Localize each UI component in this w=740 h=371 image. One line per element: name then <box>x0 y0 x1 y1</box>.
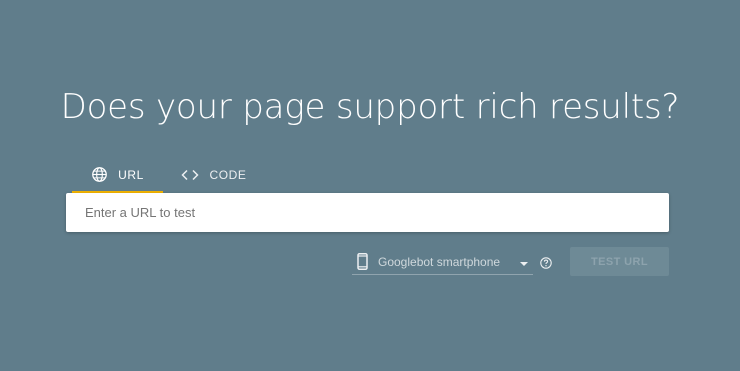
test-url-button[interactable]: TEST URL <box>570 247 669 276</box>
page-title: Does your page support rich results? <box>60 87 680 127</box>
device-select-value: Googlebot smartphone <box>378 254 501 269</box>
device-select[interactable]: Googlebot smartphone <box>352 249 533 275</box>
tab-code[interactable]: CODE <box>169 158 259 191</box>
code-icon <box>181 168 200 182</box>
tab-url-label: URL <box>118 167 144 182</box>
smartphone-icon <box>357 253 368 270</box>
help-circle-icon[interactable] <box>540 256 552 269</box>
tab-code-label: CODE <box>209 167 247 182</box>
globe-icon <box>91 166 108 183</box>
url-input-card <box>66 193 669 232</box>
url-input[interactable] <box>85 193 645 232</box>
dropdown-caret-icon <box>520 261 528 266</box>
input-mode-tabs: URL CODE <box>72 158 259 194</box>
tab-url[interactable]: URL <box>72 158 163 194</box>
